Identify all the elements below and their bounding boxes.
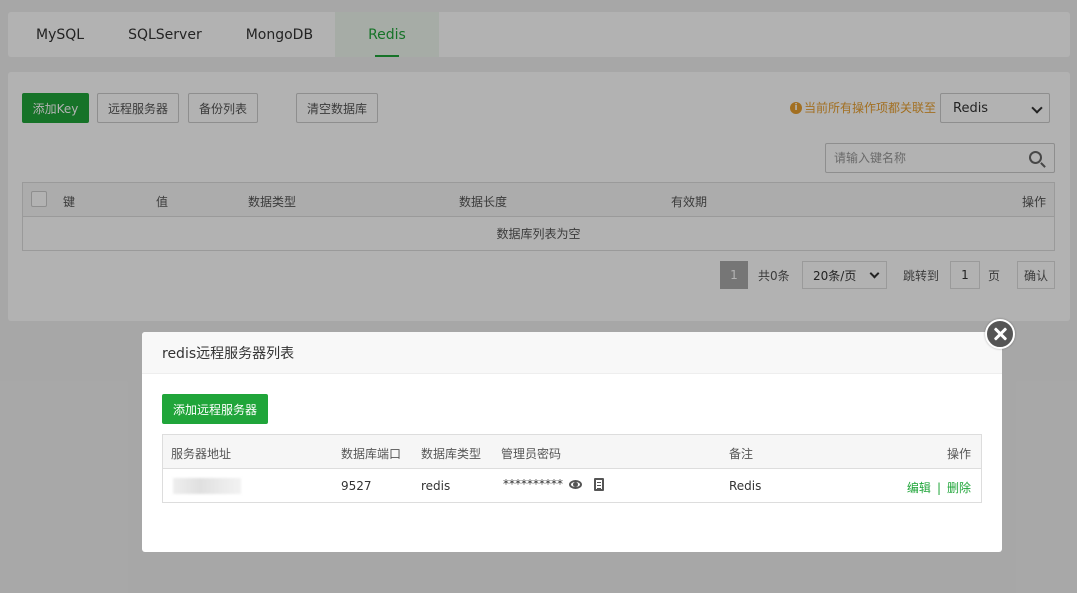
col-ops: 操作 <box>946 447 971 461</box>
modal-title-text: redis远程服务器列表 <box>162 345 295 362</box>
edit-link[interactable]: 编辑 <box>907 481 931 495</box>
col-port: 数据库端口 <box>341 447 402 461</box>
col-db-type: 数据库类型 <box>421 447 482 461</box>
delete-link[interactable]: 删除 <box>947 481 971 495</box>
row-actions: 编辑 | 删除 <box>907 479 971 496</box>
col-password: 管理员密码 <box>501 447 562 461</box>
modal-table-header: 服务器地址 数据库端口 数据库类型 管理员密码 备注 操作 <box>163 435 981 469</box>
remote-servers-modal: redis远程服务器列表 添加远程服务器 服务器地址 数据库端口 数据库类型 管… <box>142 332 1002 552</box>
remark-value: Redis <box>729 479 762 493</box>
remote-servers-table: 服务器地址 数据库端口 数据库类型 管理员密码 备注 操作 9527 redis… <box>162 434 982 503</box>
close-icon <box>993 327 1007 341</box>
add-remote-server-button[interactable]: 添加远程服务器 <box>162 394 268 424</box>
col-remark: 备注 <box>729 447 754 461</box>
eye-icon[interactable] <box>569 479 582 489</box>
action-separator: | <box>936 481 941 495</box>
server-address-redacted <box>173 478 241 494</box>
port-value: 9527 <box>341 479 372 493</box>
password-cell: ********** <box>503 477 604 491</box>
modal-title: redis远程服务器列表 <box>142 332 1002 374</box>
col-address: 服务器地址 <box>171 447 232 461</box>
copy-icon[interactable] <box>594 477 604 491</box>
modal-close-button[interactable] <box>985 319 1015 349</box>
table-row: 9527 redis ********** Redis 编辑 | 删除 <box>163 469 981 502</box>
db-type-value: redis <box>421 479 451 493</box>
password-masked: ********** <box>503 477 563 491</box>
